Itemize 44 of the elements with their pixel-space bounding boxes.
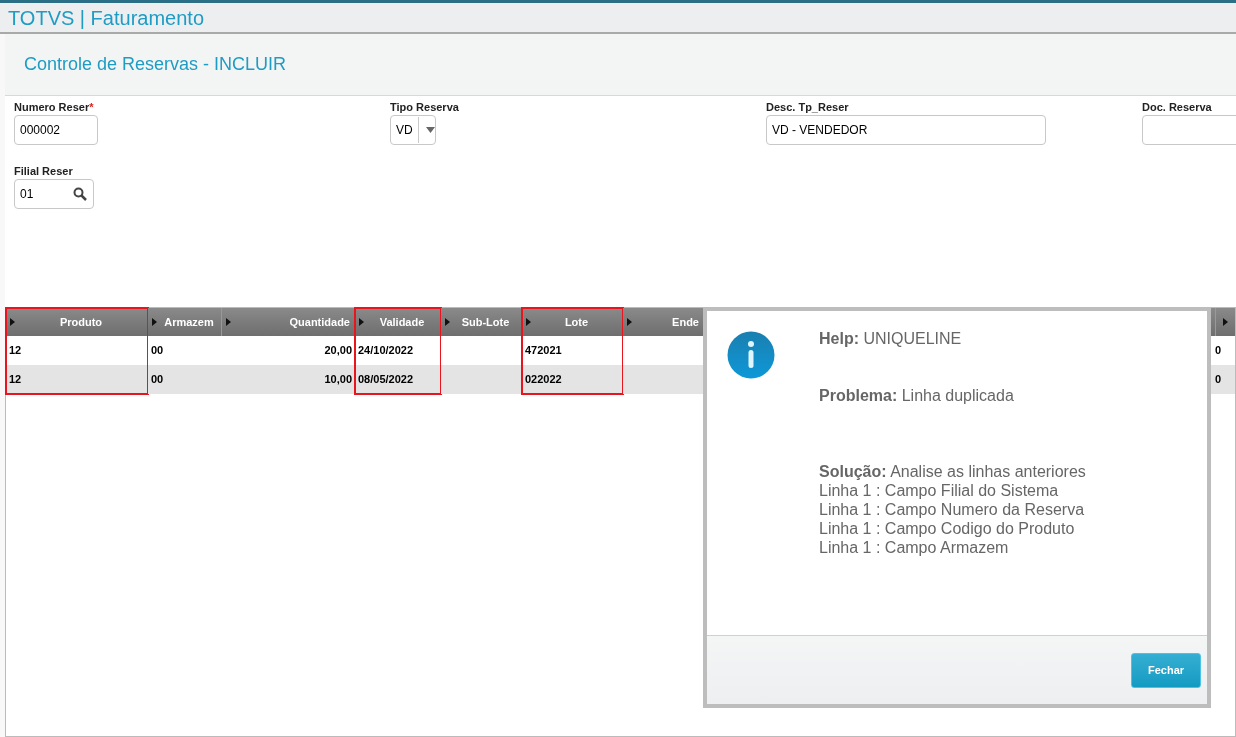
- field-label: Filial Reser: [14, 165, 74, 178]
- arrow-icon: [627, 318, 632, 326]
- table-cell: 022022: [522, 365, 623, 394]
- solution-line: Linha 1 : Campo Numero da Reserva: [819, 500, 1086, 519]
- table-cell: 10,00: [222, 365, 355, 394]
- column-header[interactable]: Quantidade: [222, 308, 355, 336]
- input-field[interactable]: [1142, 115, 1236, 145]
- search-icon: [73, 187, 87, 201]
- caret-icon: [425, 127, 435, 133]
- arrow-icon: [526, 318, 531, 326]
- field-label: Tipo Reserva: [390, 101, 459, 114]
- form-title: Controle de Reservas - INCLUIR: [24, 53, 287, 76]
- table-cell: 00: [148, 365, 222, 394]
- column-header[interactable]: Validade: [355, 308, 441, 336]
- arrow-icon: [226, 318, 231, 326]
- arrow-icon: [1223, 318, 1228, 326]
- type-select[interactable]: VD: [390, 115, 436, 145]
- input-field[interactable]: 000002: [14, 115, 98, 145]
- table-cell: 08/05/2022: [355, 365, 441, 394]
- column-header[interactable]: Lote: [522, 308, 623, 336]
- column-header[interactable]: Produto: [6, 308, 148, 336]
- field-label: Numero Reser*: [14, 101, 95, 114]
- arrow-icon: [152, 318, 157, 326]
- arrow-icon: [359, 318, 364, 326]
- arrow-icon: [445, 318, 450, 326]
- app-title: TOTVS | Faturamento: [8, 5, 204, 31]
- solution-text: Solução: Analise as linhas anteriores: [819, 462, 1086, 481]
- field-label: Doc. Reserva: [1142, 101, 1213, 114]
- solution-line: Linha 1 : Campo Codigo do Produto: [819, 519, 1076, 538]
- problem-text: Problema: Linha duplicada: [819, 386, 1015, 405]
- arrow-icon: [10, 318, 15, 326]
- table-cell: 12: [6, 365, 148, 394]
- solution-line: Linha 1 : Campo Filial do Sistema: [819, 481, 1060, 500]
- column-header[interactable]: Armazem: [148, 308, 222, 336]
- select-value: VD: [391, 117, 419, 143]
- input-field[interactable]: VD - VENDEDOR: [766, 115, 1046, 145]
- column-header[interactable]: Ende: [623, 308, 704, 336]
- info-icon: [727, 331, 775, 379]
- column-header[interactable]: Sub-Lote: [441, 308, 522, 336]
- solution-line: Linha 1 : Campo Armazem: [819, 538, 1010, 557]
- input-field[interactable]: 01: [14, 179, 94, 209]
- field-label: Desc. Tp_Reser: [766, 101, 850, 114]
- close-button[interactable]: Fechar: [1131, 652, 1201, 688]
- help-text: Help: UNIQUELINE: [819, 329, 963, 348]
